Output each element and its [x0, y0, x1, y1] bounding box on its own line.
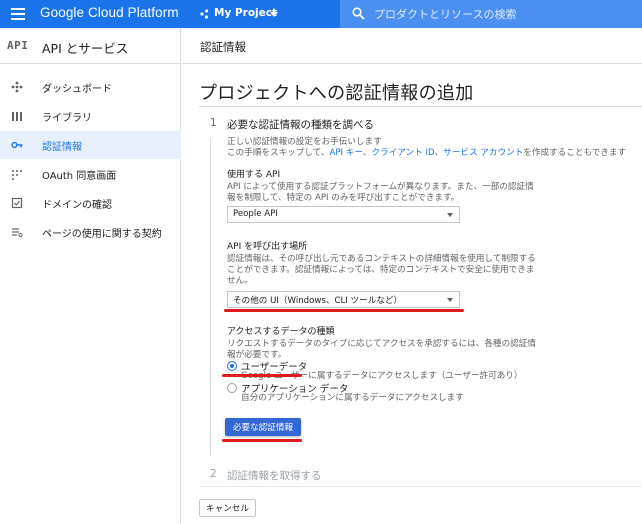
intro-text: 正しい認証情報の設定をお手伝いします	[227, 137, 382, 147]
domain-check-icon	[11, 197, 23, 209]
sidebar-item-label: ライブラリ	[42, 113, 92, 124]
required-credentials-button[interactable]: 必要な認証情報	[225, 418, 301, 436]
key-icon	[11, 141, 23, 149]
library-icon	[12, 112, 22, 121]
project-icon	[200, 9, 209, 19]
step-1-number: 1	[210, 117, 217, 129]
search-input[interactable]	[374, 4, 634, 24]
project-selector[interactable]: My Project	[214, 7, 277, 19]
step-divider	[199, 486, 642, 487]
cancel-button[interactable]: キャンセル	[199, 499, 256, 517]
sidebar-item-label: ドメインの確認	[42, 200, 112, 211]
main-header: 認証情報	[182, 28, 642, 64]
caller-description: 認証情報は、その呼び出し元であるコンテキストの詳細情報を使用して制限する	[227, 254, 536, 264]
title-divider	[199, 106, 642, 107]
sidebar-title: API とサービス	[42, 41, 129, 56]
step-2-title: 認証情報を取得する	[227, 470, 322, 482]
caller-select[interactable]: その他の UI（Windows、CLI ツールなど）	[227, 291, 460, 308]
annotation-underline	[224, 309, 464, 312]
api-select-value: People API	[233, 209, 278, 219]
search-icon	[352, 7, 365, 20]
sidebar-item-label: ページの使用に関する契約	[42, 229, 162, 240]
api-description-2: 報を制限して、特定の API のみを呼び出すことができます。	[227, 193, 460, 203]
brand-title[interactable]: Google Cloud Platform	[40, 5, 179, 20]
api-label: 使用する API	[227, 170, 281, 180]
step-1-title: 必要な認証情報の種類を調べる	[227, 119, 374, 131]
sidebar-item-label: OAuth 同意画面	[42, 171, 117, 182]
caller-label: API を呼び出す場所	[227, 242, 308, 252]
step-2-number: 2	[210, 468, 217, 480]
hamburger-menu-icon[interactable]	[11, 8, 25, 20]
api-description: API によって使用する認証プラットフォームが異なります。また、一部の認証情	[227, 182, 534, 192]
caller-description-2: ことができます。認証情報によっては、特定のコンテキストで安全に使用できま	[227, 265, 535, 275]
oauth-icon	[12, 170, 22, 180]
chevron-down-icon	[447, 298, 453, 302]
sidebar-item-page-agreements[interactable]: ページの使用に関する契約	[0, 218, 181, 246]
sidebar-item-credentials[interactable]: 認証情報	[0, 131, 181, 159]
service-account-link[interactable]: サービス アカウント	[443, 148, 523, 158]
intro-skip-text: この手順をスキップして、API キー、クライアント ID、サービス アカウントを…	[227, 148, 627, 158]
sidebar-item-dashboard[interactable]: ダッシュボード	[0, 73, 181, 101]
data-type-label: アクセスするデータの種類	[227, 327, 335, 337]
step-connector-line	[210, 138, 211, 456]
page-title: プロジェクトへの認証情報の追加	[199, 83, 474, 104]
search-bar[interactable]	[340, 0, 642, 28]
radio-user-data[interactable]	[227, 361, 237, 371]
top-app-bar: Google Cloud Platform My Project	[0, 0, 642, 28]
caller-select-value: その他の UI（Windows、CLI ツールなど）	[233, 296, 403, 306]
sidebar-item-oauth[interactable]: OAuth 同意画面	[0, 160, 181, 188]
sidebar: API API とサービス ダッシュボード ライブラリ 認証情報 OAuth 同…	[0, 28, 181, 524]
caller-description-3: せん。	[227, 276, 253, 286]
agreement-icon	[12, 228, 23, 238]
api-logo: API	[7, 39, 29, 52]
chevron-down-icon	[447, 213, 453, 217]
sidebar-header: API API とサービス	[0, 28, 181, 64]
sidebar-item-label: ダッシュボード	[42, 84, 112, 95]
annotation-underline	[222, 374, 302, 377]
section-title: 認証情報	[200, 40, 246, 54]
sidebar-item-domain-verification[interactable]: ドメインの確認	[0, 189, 181, 217]
api-key-link[interactable]: API キー	[329, 148, 362, 158]
sidebar-item-library[interactable]: ライブラリ	[0, 102, 181, 130]
api-select[interactable]: People API	[227, 206, 460, 223]
annotation-underline	[222, 439, 302, 442]
radio-application-data[interactable]	[227, 383, 237, 393]
option-app-data-description: 自分のアプリケーションに属するデータにアクセスします	[241, 393, 464, 403]
data-type-description: リクエストするデータのタイプに応じてアクセスを承認するには、各種の認証情	[227, 339, 536, 349]
client-id-link[interactable]: クライアント ID	[372, 148, 435, 158]
dashboard-icon	[11, 81, 23, 93]
sidebar-item-label: 認証情報	[42, 142, 82, 153]
chevron-down-icon[interactable]	[270, 12, 278, 17]
